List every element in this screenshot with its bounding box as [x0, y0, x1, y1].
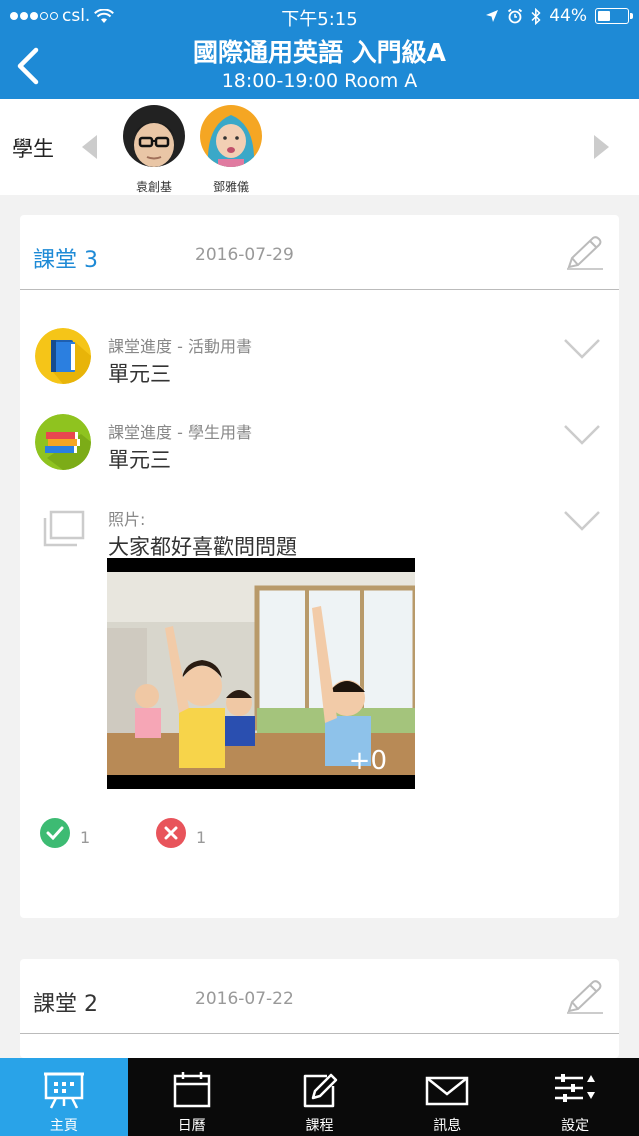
tab-calendar[interactable]: 日曆 [128, 1058, 256, 1136]
students-prev-arrow[interactable] [82, 135, 97, 159]
battery-percent: 44% [549, 6, 587, 26]
lesson-title: 課堂 3 [33, 248, 98, 273]
tab-label: 日曆 [177, 1118, 206, 1134]
bluetooth-icon [531, 7, 541, 25]
student-item[interactable]: 袁創基 [118, 105, 190, 195]
lesson-card: 課堂 3 2016-07-29 課堂進度 - 活動用書 單元三 課堂進度 - 學… [20, 215, 619, 918]
calendar-icon [173, 1072, 210, 1108]
envelope-icon [426, 1076, 469, 1106]
pencil-document-icon [304, 1073, 338, 1108]
cross-icon [156, 818, 186, 848]
lesson-title: 課堂 2 [33, 992, 98, 1017]
chevron-down-icon[interactable] [563, 510, 601, 532]
lesson-card: 課堂 2 2016-07-22 [20, 959, 619, 1058]
progress-label: 課堂進度 - 活動用書 [108, 337, 252, 356]
progress-value: 單元三 [108, 448, 171, 472]
lesson-card-header: 課堂 2 2016-07-22 [20, 959, 619, 1034]
tab-settings[interactable]: 設定 [511, 1058, 639, 1136]
photo-count: +0 [348, 746, 387, 776]
chevron-down-icon[interactable] [563, 424, 601, 446]
sliders-icon [555, 1074, 596, 1102]
page-title: 國際通用英語 入門級A [192, 38, 447, 67]
avatar [200, 105, 262, 167]
progress-value: 單元三 [108, 362, 171, 386]
presentation-board-icon [43, 1072, 84, 1109]
edit-pencil-icon[interactable] [563, 979, 605, 1015]
status-bar: csl. 下午5:15 44% [0, 0, 639, 34]
lesson-card-header: 課堂 3 2016-07-29 [20, 215, 619, 290]
class-time-room: 18:00-19:00 Room A [221, 70, 418, 92]
lesson-date: 2016-07-29 [195, 245, 294, 265]
tab-label: 主頁 [49, 1118, 78, 1134]
students-label: 學生 [12, 137, 54, 161]
tab-home[interactable]: 主頁 [0, 1058, 128, 1136]
student-item[interactable]: 鄧雅儀 [195, 105, 267, 195]
avatar [123, 105, 185, 167]
photos-icon [43, 510, 85, 547]
like-reaction[interactable]: 1 [40, 818, 90, 848]
blue-book-icon [35, 328, 91, 384]
student-name: 袁創基 [135, 180, 172, 194]
progress-label: 課堂進度 - 學生用書 [108, 423, 252, 442]
students-bar: 學生 袁創基 鄧雅儀 [0, 99, 639, 195]
stacked-books-icon [35, 414, 91, 470]
tab-label: 訊息 [433, 1118, 462, 1134]
status-right: 44% [485, 6, 633, 26]
tab-label: 設定 [561, 1118, 590, 1134]
dislike-reaction[interactable]: 1 [156, 818, 206, 848]
edit-pencil-icon[interactable] [563, 235, 605, 271]
dislike-count: 1 [196, 827, 207, 847]
lesson-date: 2016-07-22 [195, 989, 294, 1009]
photo-caption: 大家都好喜歡問問題 [108, 535, 297, 559]
chevron-down-icon[interactable] [563, 338, 601, 360]
tab-lessons[interactable]: 課程 [256, 1058, 384, 1136]
location-arrow-icon [486, 10, 499, 22]
classroom-photo[interactable]: +0 [107, 558, 415, 789]
alarm-icon [508, 8, 523, 24]
photos-label: 照片: [108, 510, 146, 529]
tab-label: 課程 [305, 1118, 334, 1134]
app-header: csl. 下午5:15 44% 國際通用英語 入門級A 18:00-19:00 … [0, 0, 639, 99]
like-count: 1 [80, 827, 91, 847]
students-next-arrow[interactable] [594, 135, 609, 159]
battery-icon [595, 8, 633, 24]
tab-messages[interactable]: 訊息 [383, 1058, 511, 1136]
student-name: 鄧雅儀 [212, 180, 249, 194]
checkmark-icon [40, 818, 70, 848]
tab-bar: 主頁 日曆 課程 訊息 設定 [0, 1058, 639, 1136]
